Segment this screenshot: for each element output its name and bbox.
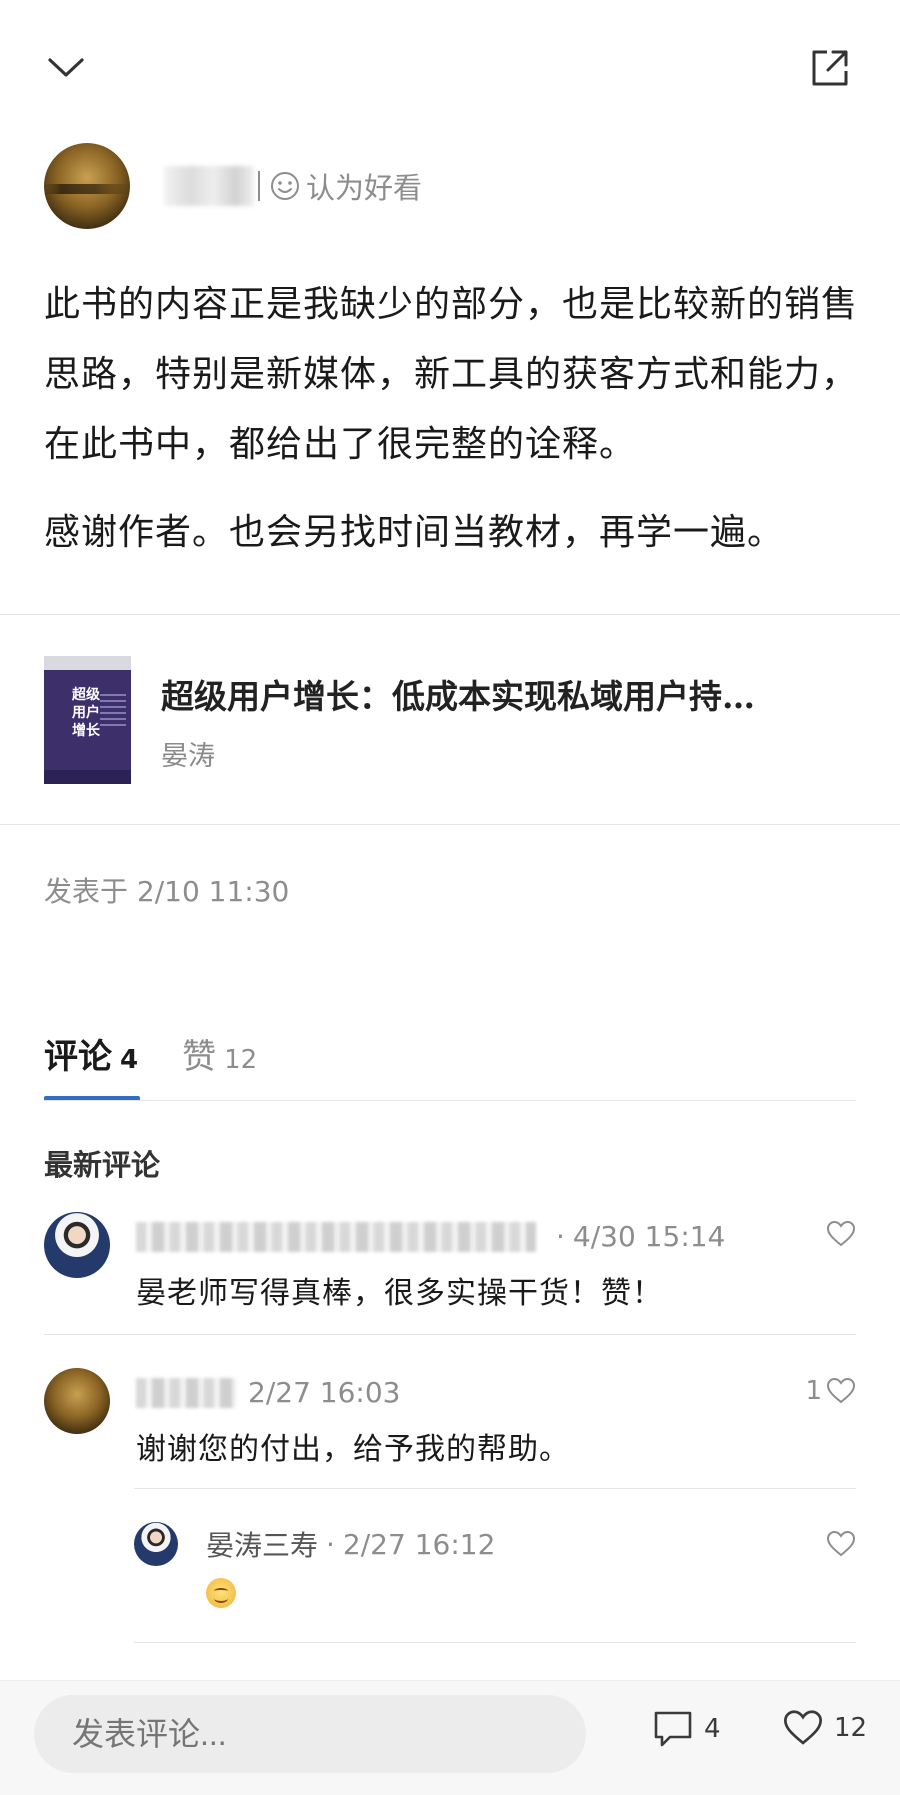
tab-comments-count: 4 xyxy=(120,1045,139,1075)
smile-icon xyxy=(271,172,299,200)
comment-text: 谢谢您的付出，给予我的帮助。 xyxy=(136,1432,570,1467)
smile-emoji-icon xyxy=(206,1578,236,1608)
divider xyxy=(134,1642,856,1643)
author-avatar[interactable] xyxy=(44,143,130,229)
post-time: 发表于 2/10 11:30 xyxy=(44,875,290,908)
commenter-avatar[interactable] xyxy=(44,1368,110,1434)
review-author-row: 认为好看 xyxy=(44,142,422,230)
chevron-down-icon xyxy=(48,58,84,77)
reply-time: 2/27 16:12 xyxy=(342,1527,496,1561)
tab-likes[interactable]: 赞 12 xyxy=(182,1029,257,1078)
commenter-name-redacted[interactable] xyxy=(136,1221,536,1252)
author-name-tail xyxy=(258,171,264,201)
author-name-redacted[interactable] xyxy=(164,166,254,206)
comment-text: 晏老师写得真棒，很多实操干货！赞！ xyxy=(136,1276,663,1311)
divider xyxy=(0,614,900,615)
book-info: 超级用户增长：低成本实现私域用户持… 晏涛 xyxy=(161,656,851,784)
top-bar xyxy=(0,0,900,130)
heart-icon xyxy=(826,1377,856,1404)
divider xyxy=(44,1100,856,1101)
reply-author-avatar[interactable] xyxy=(134,1522,178,1566)
comment-meta: · 4/30 15:14 xyxy=(136,1220,725,1253)
like-count: 12 xyxy=(834,1713,868,1743)
reply-like-button[interactable] xyxy=(826,1530,856,1558)
comment-meta: 2/27 16:03 xyxy=(136,1376,400,1409)
bottom-action-bar: 4 12 xyxy=(0,1680,900,1795)
review-paragraph: 感谢作者。也会另找时间当教材，再学一遍。 xyxy=(44,512,785,553)
tab-likes-count: 12 xyxy=(224,1045,258,1075)
share-external-icon xyxy=(812,50,848,86)
comment-count-button[interactable]: 4 xyxy=(652,1709,721,1749)
reply-author-name[interactable]: 晏涛三寿 xyxy=(206,1524,318,1564)
rating-label: 认为好看 xyxy=(306,171,423,205)
tab-likes-label: 赞 xyxy=(182,1037,217,1077)
tab-comments[interactable]: 评论 4 xyxy=(44,1029,138,1078)
heart-icon xyxy=(783,1710,823,1745)
reply-content xyxy=(206,1578,236,1612)
review-paragraph: 此书的内容正是我缺少的部分，也是比较新的销售思路，特别是新媒体，新工具的获客方式… xyxy=(44,284,859,465)
divider xyxy=(134,1488,856,1489)
book-title: 超级用户增长：低成本实现私域用户持… xyxy=(161,677,755,716)
book-cover-image: 超级 用户 增长 xyxy=(44,656,131,784)
commenter-avatar[interactable] xyxy=(44,1212,110,1278)
comment-like-button[interactable] xyxy=(826,1220,856,1248)
rating-badge: 认为好看 xyxy=(270,165,422,207)
review-body: 此书的内容正是我缺少的部分，也是比较新的销售思路，特别是新媒体，新工具的获客方式… xyxy=(44,270,864,586)
heart-icon xyxy=(826,1220,856,1247)
book-author: 晏涛 xyxy=(161,741,215,772)
comment-like-button[interactable]: 1 xyxy=(805,1376,856,1406)
comment-like-count: 1 xyxy=(805,1376,822,1406)
comments-section-title: 最新评论 xyxy=(44,1148,161,1182)
book-card[interactable]: 超级 用户 增长 超级用户增长：低成本实现私域用户持… 晏涛 xyxy=(44,656,864,784)
comment-input[interactable] xyxy=(34,1695,586,1773)
comment-item: 2/27 16:03 谢谢您的付出，给予我的帮助。 1 xyxy=(44,1368,856,1478)
comment-count: 4 xyxy=(704,1714,721,1744)
tab-comments-label: 评论 xyxy=(44,1037,112,1077)
comment-time: 2/27 16:03 xyxy=(248,1376,401,1409)
reply-meta: 晏涛三寿 · 2/27 16:12 xyxy=(206,1524,495,1564)
divider xyxy=(0,824,900,825)
share-button[interactable] xyxy=(808,46,852,90)
comment-time: 4/30 15:14 xyxy=(572,1220,726,1253)
commenter-name-redacted[interactable] xyxy=(136,1377,236,1408)
collapse-button[interactable] xyxy=(44,48,88,88)
comment-like-tabs: 评论 4 赞 12 xyxy=(44,1018,301,1078)
reply-item: 晏涛三寿 · 2/27 16:12 xyxy=(134,1522,856,1622)
heart-icon xyxy=(826,1530,856,1557)
comment-item: · 4/30 15:14 晏老师写得真棒，很多实操干货！赞！ xyxy=(44,1212,856,1322)
divider xyxy=(44,1334,856,1335)
comment-bubble-icon xyxy=(654,1711,692,1747)
like-count-button[interactable]: 12 xyxy=(782,1709,867,1747)
